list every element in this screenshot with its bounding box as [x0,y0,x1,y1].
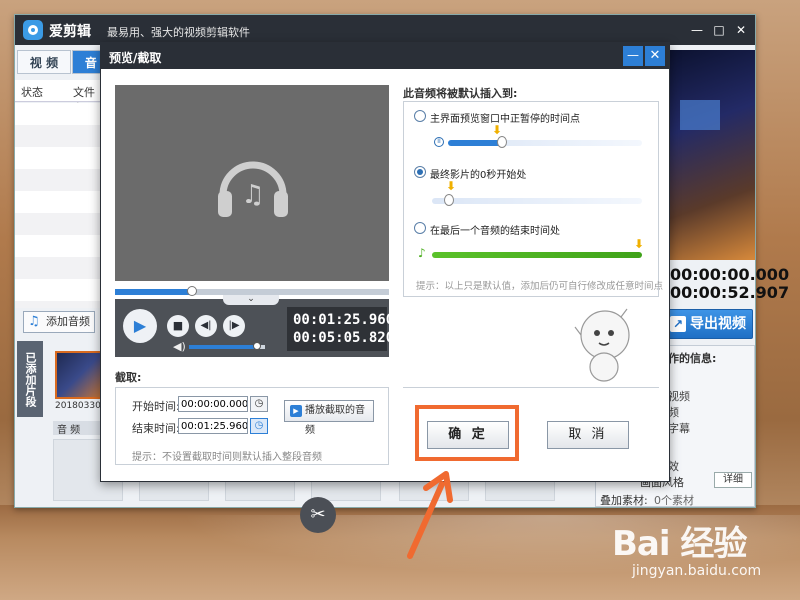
app-slogan: 最易用、强大的视频剪辑软件 [107,26,250,39]
playback-progress-handle[interactable] [186,286,197,296]
player-time-total: 00:05:05.820 [293,330,395,346]
export-icon: ↗ [670,316,686,332]
option1-position-fill [448,140,503,146]
app-close-button[interactable]: ✕ [731,20,751,40]
option2-position-marker [444,194,454,206]
dialog-title: 预览/截取 [109,51,162,65]
cancel-button[interactable]: 取 消 [547,421,629,449]
main-preview-window [670,50,755,260]
svg-text:♫: ♫ [241,180,264,210]
green-music-note-icon: ♪ [418,246,426,260]
pause-icon: II [434,137,444,147]
crop-hint: 提示：不设置截取时间则默认插入整段音频 [132,452,322,463]
collapse-toggle[interactable]: ⌄ [223,295,279,305]
option1-position-marker [497,136,508,148]
app-name: 爱剪辑 [49,24,91,40]
add-audio-label: 添加音频 [46,315,90,328]
overlay-value: 0个素材 [654,494,694,507]
main-time-current: 00:00:00.000 [670,265,790,284]
column-status: 状态 [21,86,43,99]
stop-button[interactable]: ■ [167,315,189,337]
play-icon: ▶ [290,405,302,417]
play-cropped-audio-label: 播放截取的音频 [305,405,365,436]
player-time-current: 00:01:25.960 [293,312,395,328]
start-time-label: 开始时间: [132,400,180,413]
end-time-pick-button[interactable]: ◷ [250,418,268,434]
mascot-character-icon [574,308,630,382]
info-line: 视频 [668,390,690,403]
confirm-highlight-annotation [415,405,519,461]
end-time-input[interactable] [178,418,248,434]
annotation-arrow-icon [407,471,453,559]
audio-list-header: 状态 文件名 [15,80,105,115]
option1-position-bar [448,136,642,148]
volume-handle[interactable] [253,342,262,350]
export-video-button[interactable]: ↗ 导出视频 [663,309,753,339]
insert-position-panel: 主界面预览窗口中正暂停的时间点 ⬇ II 最终影片的0秒开始处 ⬇ 在最后一个音… [403,101,663,297]
watermark-logo: Bai 经验 [612,524,747,564]
main-time-total: 00:00:52.907 [670,283,790,302]
previous-frame-button[interactable]: ◀| [195,315,217,337]
dialog-minimize-button[interactable]: — [623,46,643,66]
watermark-url: jingyan.baidu.com [632,563,762,579]
add-audio-button[interactable]: ♫ 添加音频 [23,311,95,333]
dialog-close-button[interactable]: ✕ [645,46,665,66]
start-time-input[interactable] [178,396,248,412]
play-icon: ▶ [133,316,147,335]
info-title: 作的信息: [668,352,717,365]
clip-thumbnail[interactable] [55,351,105,399]
app-maximize-button[interactable]: □ [709,20,729,40]
dialog-titlebar: 预览/截取 — ✕ [101,43,669,69]
radio-insert-paused-point[interactable] [414,110,426,122]
volume-slider[interactable] [189,342,265,350]
option-label-paused-point[interactable]: 主界面预览窗口中正暂停的时间点 [430,110,580,125]
arrow-down-icon: ⬇ [634,237,645,251]
music-note-icon: ♫ [28,314,40,329]
play-button[interactable]: ▶ [123,309,157,343]
stop-icon: ■ [172,319,184,332]
detail-button[interactable]: 详细 [714,472,752,488]
preview-crop-dialog: 预览/截取 — ✕ ♫ ▶ ■ ◀| |▶ ◀) ⌄ 00:01:25.960 … [100,42,670,482]
scissors-button[interactable]: ✂ [300,497,336,533]
crop-title: 截取: [115,371,142,384]
added-clips-side-tab[interactable]: 已添加片段 [17,341,43,417]
playback-progress-fill [115,289,192,295]
radio-insert-start[interactable] [414,166,426,178]
step-forward-icon: |▶ [228,320,240,331]
info-line: 字幕 [668,422,690,435]
scissors-icon: ✂ [310,504,326,525]
app-logo-icon [23,20,43,40]
audio-preview-screen: ♫ [115,85,389,281]
app-titlebar: 爱剪辑 最易用、强大的视频剪辑软件 — □ ✕ [15,15,755,45]
crop-panel: 开始时间: ◷ 结束时间: ◷ ▶ 播放截取的音频 提示：不设置截取时间则默认插… [115,387,389,465]
clock-icon: ◷ [254,398,264,409]
start-time-pick-button[interactable]: ◷ [250,396,268,412]
existing-audio-bar [432,252,642,258]
headphone-music-icon: ♫ [218,161,288,217]
radio-insert-after-last[interactable] [414,222,426,234]
export-video-label: 导出视频 [690,316,746,332]
end-time-label: 结束时间: [132,422,180,435]
audio-list[interactable] [15,103,105,308]
option-label-after-last[interactable]: 在最后一个音频的结束时间处 [430,222,560,237]
volume-fill [189,345,258,349]
overlay-label: 叠加素材: [600,494,648,507]
insert-hint: 提示：以上只是默认值，添加后仍可自行修改成任意时间点 [416,281,664,292]
buttons-divider [403,387,659,388]
play-cropped-audio-button[interactable]: ▶ 播放截取的音频 [284,400,374,436]
insert-position-title: 此音频将被默认插入到: [403,87,518,100]
app-minimize-button[interactable]: — [687,20,707,40]
clock-icon: ◷ [254,420,264,431]
option-label-start[interactable]: 最终影片的0秒开始处 [430,166,526,181]
step-back-icon: ◀| [200,320,212,331]
arrow-down-icon: ⬇ [492,123,503,137]
tab-video[interactable]: 视 频 [17,50,71,74]
next-frame-button[interactable]: |▶ [223,315,245,337]
chevron-down-icon: ⌄ [247,294,255,304]
volume-icon[interactable]: ◀) [173,340,186,353]
option2-position-bar [432,194,642,206]
player-time-display: 00:01:25.960 00:05:05.820 [287,307,395,351]
arrow-down-icon: ⬇ [446,179,457,193]
